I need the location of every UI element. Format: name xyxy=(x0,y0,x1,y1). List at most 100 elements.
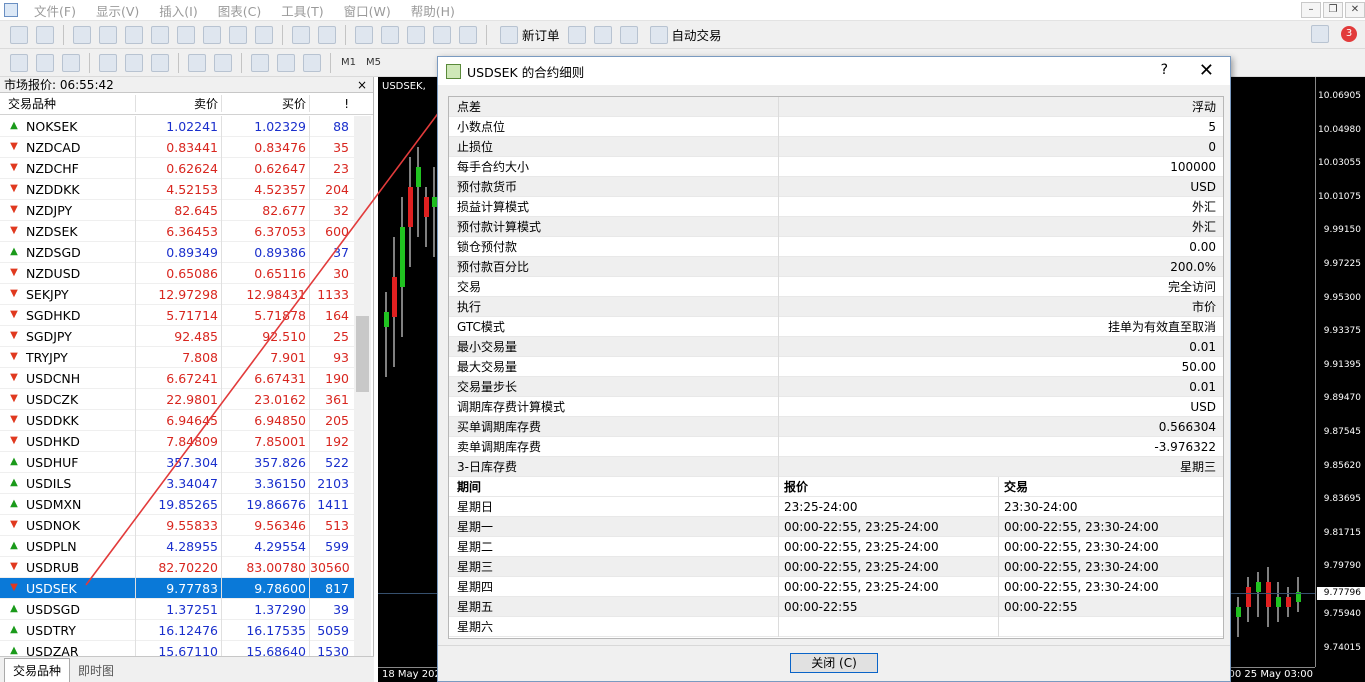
price-axis[interactable]: 10.06905 10.04980 10.03055 10.01075 9.99150 9… xyxy=(1315,77,1365,667)
search-icon[interactable] xyxy=(1311,25,1329,43)
navigator-icon[interactable] xyxy=(407,25,425,44)
table-row[interactable]: ▼ USDNOK 9.55833 9.56346 513 xyxy=(0,514,354,536)
timeframe-m5[interactable]: M5 xyxy=(366,57,381,68)
toolbar-separator xyxy=(330,52,331,73)
indicators-icon[interactable] xyxy=(251,53,269,72)
signals-icon[interactable] xyxy=(593,25,612,44)
candlestick-icon[interactable] xyxy=(36,53,54,72)
table-row[interactable]: ▲ USDPLN 4.28955 4.29554 599 xyxy=(0,535,354,557)
table-row[interactable]: ▲ NOKSEK 1.02241 1.02329 88 xyxy=(0,116,354,137)
metaeditor-icon[interactable] xyxy=(567,25,586,44)
table-row[interactable]: ▼ USDHKD 7.84809 7.85001 192 xyxy=(0,430,354,452)
new-order-button[interactable]: 新订单 xyxy=(492,25,564,44)
horizontal-line-icon[interactable] xyxy=(99,25,117,44)
tab-symbols[interactable]: 交易品种 xyxy=(4,658,71,682)
close-button[interactable]: 关闭 (C) xyxy=(790,653,878,673)
templates-icon[interactable] xyxy=(303,53,321,72)
column-symbol-header[interactable]: 交易品种 xyxy=(0,95,136,112)
market-watch-scrollbar[interactable] xyxy=(354,116,371,657)
shapes-icon[interactable] xyxy=(255,25,273,44)
fibonacci-icon[interactable] xyxy=(177,25,195,44)
table-row[interactable]: ▼ TRYJPY 7.808 7.901 93 xyxy=(0,346,354,368)
new-order-label: 新订单 xyxy=(522,28,560,43)
close-icon[interactable]: ✕ xyxy=(1345,2,1365,18)
table-row[interactable]: ▲ USDZAR 15.67110 15.68640 1530 xyxy=(0,640,354,657)
restore-icon[interactable]: ❐ xyxy=(1323,2,1343,18)
label-icon[interactable] xyxy=(229,25,247,44)
table-row[interactable]: ▼ NZDSEK 6.36453 6.37053 600 xyxy=(0,220,354,242)
market-watch-close-icon[interactable]: × xyxy=(357,78,367,92)
column-ask-header[interactable]: 买价 xyxy=(222,95,310,112)
minimize-icon[interactable]: – xyxy=(1301,2,1321,18)
bar-chart-icon[interactable] xyxy=(10,53,28,72)
text-icon[interactable] xyxy=(203,25,221,44)
column-spread-header[interactable]: ! xyxy=(310,97,353,111)
zoom-in-icon[interactable] xyxy=(99,53,117,72)
help-icon[interactable]: ? xyxy=(1161,62,1168,78)
crosshair-icon[interactable] xyxy=(36,25,54,44)
dialog-close-icon[interactable]: ✕ xyxy=(1199,60,1214,81)
table-row[interactable]: ▼ SGDHKD 5.71714 5.71878 164 xyxy=(0,304,354,326)
table-row[interactable]: ▼ USDCZK 22.9801 23.0162 361 xyxy=(0,388,354,410)
auto-trading-button[interactable]: 自动交易 xyxy=(642,25,726,44)
symbol-cell: ▲ USDZAR xyxy=(0,640,136,657)
table-row[interactable]: ▼ NZDUSD 0.65086 0.65116 30 xyxy=(0,262,354,284)
autoscroll-icon[interactable] xyxy=(188,53,206,72)
market-watch-icon[interactable] xyxy=(355,25,373,44)
menu-insert[interactable]: 插入(I) xyxy=(149,1,207,20)
trendline-icon[interactable] xyxy=(125,25,143,44)
menu-help[interactable]: 帮助(H) xyxy=(401,1,465,20)
menu-file[interactable]: 文件(F) xyxy=(24,1,86,20)
table-row[interactable]: ▼ USDDKK 6.94645 6.94850 205 xyxy=(0,409,354,431)
candle-body xyxy=(1286,597,1291,607)
table-row[interactable]: ▼ USDSEK 9.77783 9.78600 817 xyxy=(0,577,354,599)
table-row[interactable]: ▼ SEKJPY 12.97298 12.98431 1133 xyxy=(0,283,354,305)
table-row[interactable]: ▼ NZDDKK 4.52153 4.52357 204 xyxy=(0,178,354,200)
new-chart-icon[interactable] xyxy=(292,25,310,44)
table-row[interactable]: ▼ NZDCHF 0.62624 0.62647 23 xyxy=(0,157,354,179)
symbol-cell: ▼ USDCZK xyxy=(0,388,136,410)
table-row[interactable]: ▼ NZDJPY 82.645 82.677 32 xyxy=(0,199,354,221)
menu-tools[interactable]: 工具(T) xyxy=(271,1,333,20)
menu-window[interactable]: 窗口(W) xyxy=(334,1,401,20)
chart-symbol-header: USDSEK, xyxy=(382,81,426,92)
table-row[interactable]: ▲ USDMXN 19.85265 19.86676 1411 xyxy=(0,493,354,515)
table-row[interactable]: ▼ USDCNH 6.67241 6.67431 190 xyxy=(0,367,354,389)
arrow-up-icon: ▲ xyxy=(10,246,18,257)
scrollbar-thumb[interactable] xyxy=(356,316,369,392)
bid-cell: 7.84809 xyxy=(136,430,222,452)
column-bid-header[interactable]: 卖价 xyxy=(136,95,222,112)
symbol-name: SGDHKD xyxy=(26,307,81,323)
cursor-icon[interactable] xyxy=(10,25,28,44)
price-tick-label: 9.74015 xyxy=(1323,642,1361,653)
strategy-tester-icon[interactable] xyxy=(459,25,477,44)
menu-charts[interactable]: 图表(C) xyxy=(208,1,271,20)
ask-cell: 4.29554 xyxy=(222,535,310,557)
chart-shift-icon[interactable] xyxy=(214,53,232,72)
table-row[interactable]: ▲ NZDSGD 0.89349 0.89386 37 xyxy=(0,241,354,263)
table-row[interactable]: ▲ USDILS 3.34047 3.36150 2103 xyxy=(0,472,354,494)
table-row[interactable]: ▼ SGDJPY 92.485 92.510 25 xyxy=(0,325,354,347)
timeframe-m1[interactable]: M1 xyxy=(341,57,356,68)
table-row[interactable]: ▲ USDSGD 1.37251 1.37290 39 xyxy=(0,598,354,620)
tile-windows-icon[interactable] xyxy=(151,53,169,72)
terminal-icon[interactable] xyxy=(433,25,451,44)
vertical-line-icon[interactable] xyxy=(73,25,91,44)
line-chart-icon[interactable] xyxy=(62,53,80,72)
tab-tick-chart[interactable]: 即时图 xyxy=(70,659,122,682)
table-row[interactable]: ▼ USDRUB 82.70220 83.00780 30560 xyxy=(0,556,354,578)
table-row[interactable]: ▲ USDHUF 357.304 357.826 522 xyxy=(0,451,354,473)
spec-label: GTC模式 xyxy=(449,316,779,337)
table-row[interactable]: ▼ NZDCAD 0.83441 0.83476 35 xyxy=(0,136,354,158)
profiles-icon[interactable] xyxy=(318,25,336,44)
spec-value: 星期三 xyxy=(1179,459,1216,474)
data-window-icon[interactable] xyxy=(381,25,399,44)
periods-clock-icon[interactable] xyxy=(277,53,295,72)
market-icon[interactable] xyxy=(619,25,638,44)
channel-icon[interactable] xyxy=(151,25,169,44)
notification-badge[interactable]: 3 xyxy=(1341,26,1357,42)
table-row[interactable]: ▲ USDTRY 16.12476 16.17535 5059 xyxy=(0,619,354,641)
session-quote: 23:25-24:00 xyxy=(779,496,999,517)
zoom-out-icon[interactable] xyxy=(125,53,143,72)
menu-view[interactable]: 显示(V) xyxy=(86,1,149,20)
